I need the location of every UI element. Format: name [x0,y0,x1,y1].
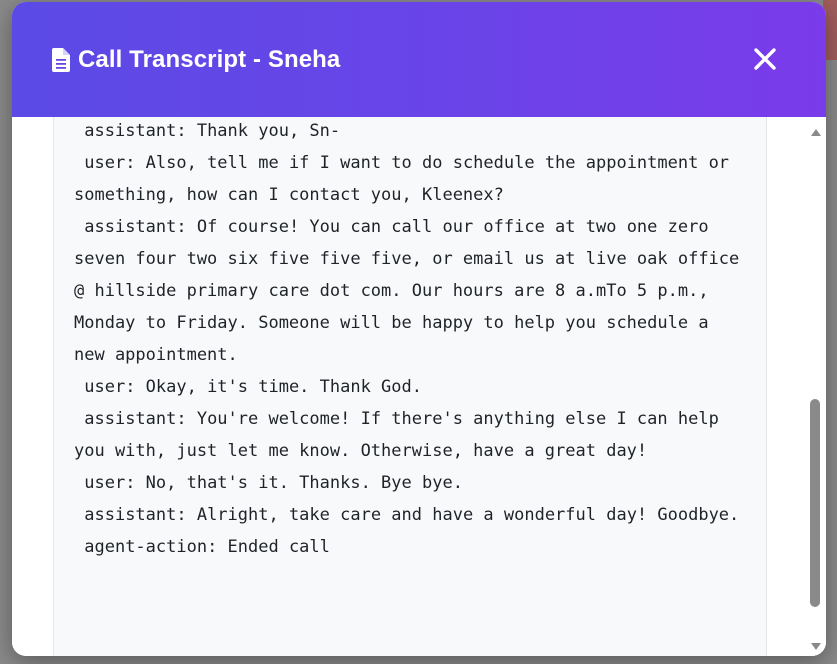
document-icon [52,48,70,72]
scroll-up-arrow-icon[interactable] [811,123,821,136]
transcript-modal: Call Transcript - Sneha assistant: Thank… [12,2,826,656]
close-icon[interactable] [752,46,778,72]
transcript-line: user: Okay, it's time. Thank God. [74,377,423,397]
transcript-line: assistant: You're welcome! If there's an… [74,409,730,461]
modal-body: assistant: Thank you, Sn- user: Also, te… [12,117,826,656]
modal-header: Call Transcript - Sneha [12,2,826,117]
transcript-line: agent-action: Ended call [74,537,330,557]
scrollbar[interactable] [806,117,826,656]
scroll-down-arrow-icon[interactable] [811,638,821,650]
transcript-line: user: Also, tell me if I want to do sche… [74,153,740,205]
transcript-panel[interactable]: assistant: Thank you, Sn- user: Also, te… [53,117,767,656]
transcript-line: assistant: Thank you, Sn- [74,121,341,141]
modal-title: Call Transcript - Sneha [78,46,341,73]
modal-title-group: Call Transcript - Sneha [52,46,340,74]
transcript-line: user: No, that's it. Thanks. Bye bye. [74,473,463,493]
transcript-line: assistant: Of course! You can call our o… [74,217,750,365]
transcript-line: assistant: Alright, take care and have a… [74,505,740,525]
scrollbar-thumb[interactable] [810,399,820,607]
transcript-lines: assistant: Thank you, Sn- user: Also, te… [54,117,744,563]
